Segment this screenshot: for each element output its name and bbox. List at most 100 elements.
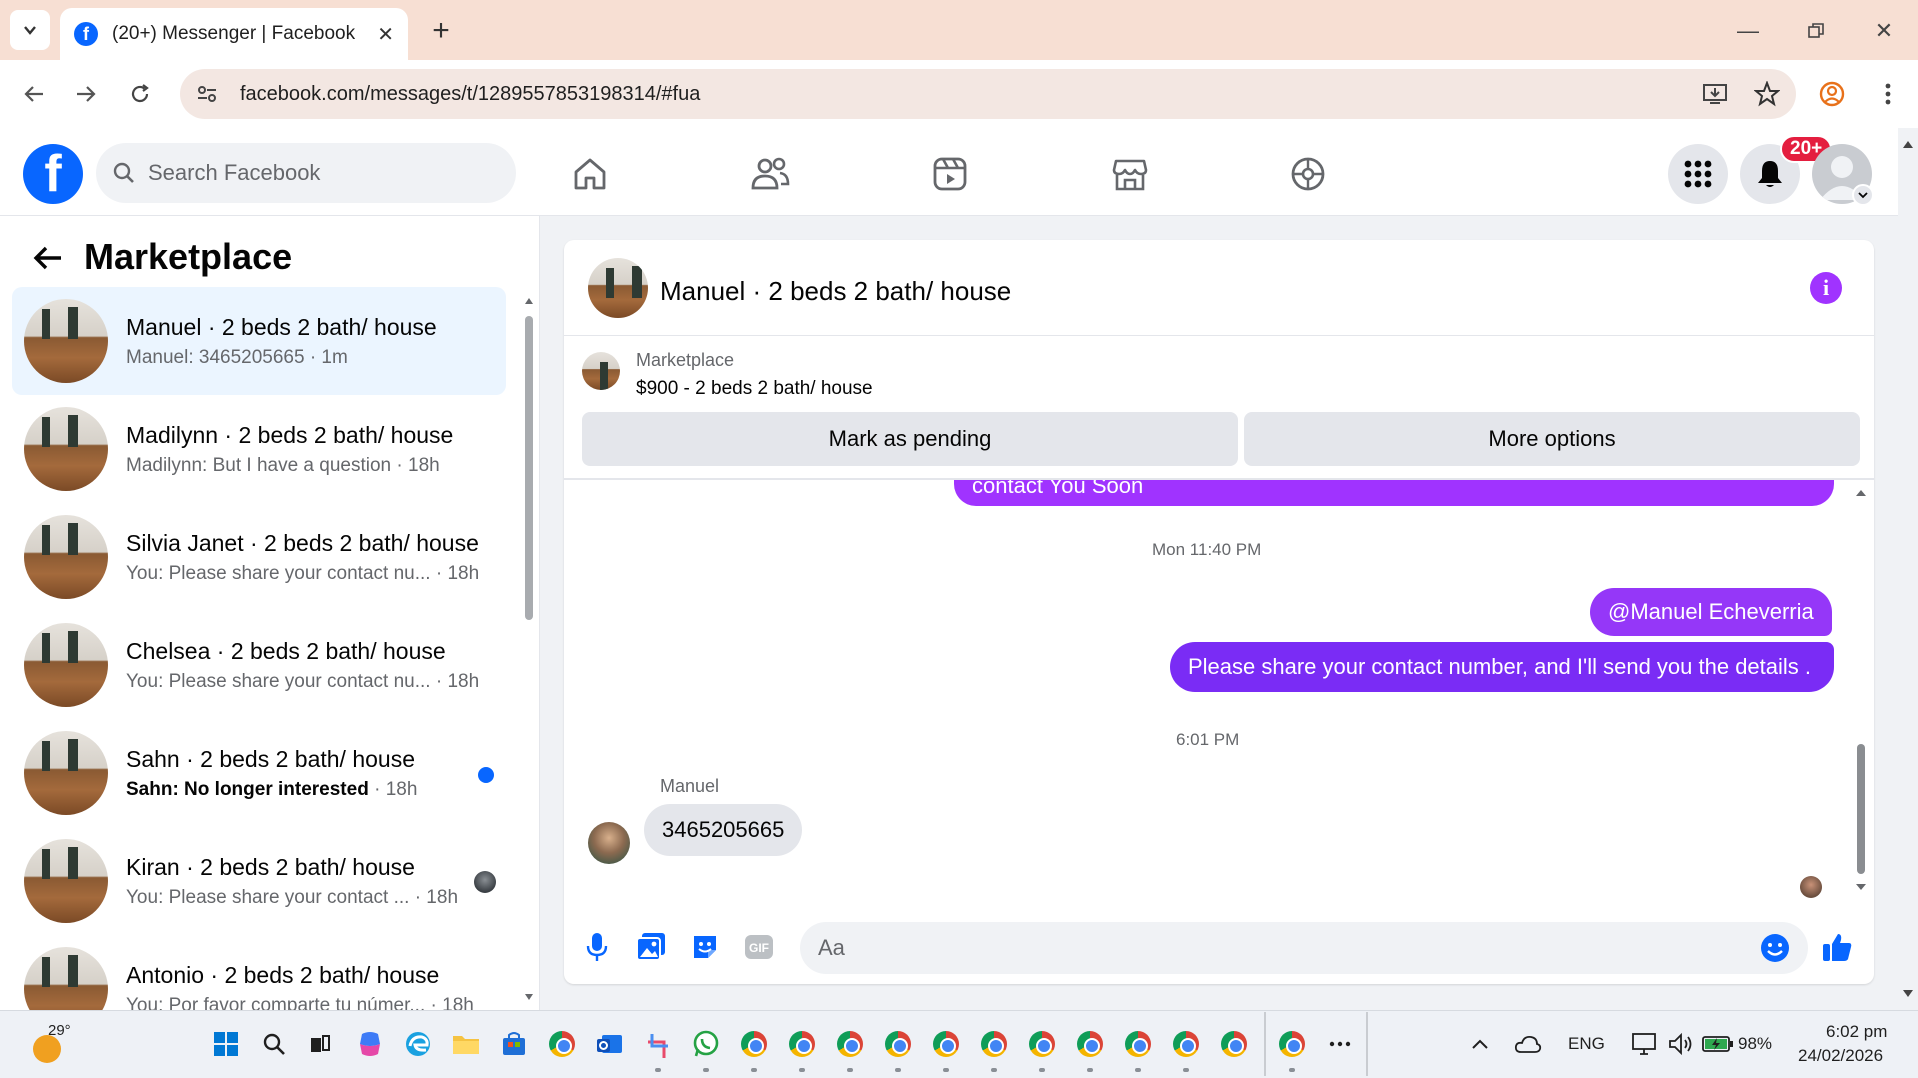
start-button[interactable] [208, 1026, 244, 1062]
menu-button[interactable] [1668, 144, 1728, 204]
chrome-taskbar-button[interactable] [1024, 1026, 1060, 1062]
message-text: 3465205665 [662, 817, 785, 842]
conversation-name: Silvia Janet · 2 beds 2 bath/ house [126, 529, 479, 556]
conversation-time: · 18h [374, 778, 418, 800]
minimize-button[interactable]: — [1728, 14, 1768, 48]
marketplace-nav-button[interactable] [1106, 150, 1154, 198]
account-chevron-icon[interactable] [1852, 184, 1874, 206]
outgoing-message[interactable]: Please share your contact number, and I'… [1170, 642, 1834, 692]
conversation-item[interactable]: Kiran · 2 beds 2 bath/ house You: Please… [12, 827, 506, 935]
search-placeholder[interactable]: Search Facebook [148, 160, 320, 186]
chrome-taskbar-button[interactable] [1168, 1026, 1204, 1062]
profile-button[interactable] [1814, 76, 1850, 112]
home-nav-button[interactable] [566, 150, 614, 198]
conversation-item[interactable]: Silvia Janet · 2 beds 2 bath/ house You:… [12, 503, 506, 611]
close-window-button[interactable]: ✕ [1864, 14, 1904, 48]
conversation-item[interactable]: Sahn · 2 beds 2 bath/ house Sahn: No lon… [12, 719, 506, 827]
tab-search-button[interactable] [10, 10, 50, 50]
sticker-button[interactable] [688, 930, 722, 964]
browser-tab[interactable]: f (20+) Messenger | Facebook ✕ [60, 8, 408, 60]
chrome-taskbar-button[interactable] [1216, 1026, 1252, 1062]
attach-media-button[interactable] [634, 930, 668, 964]
emoji-icon[interactable] [1760, 933, 1790, 963]
taskbar-divider [1264, 1012, 1266, 1076]
network-button[interactable] [1626, 1026, 1662, 1062]
battery-button[interactable] [1700, 1026, 1736, 1062]
chrome-icon [1221, 1031, 1247, 1057]
task-view-button[interactable] [302, 1026, 338, 1062]
new-tab-button[interactable]: + [424, 14, 458, 48]
listing-price[interactable]: $900 - 2 beds 2 bath/ house [636, 378, 873, 400]
conversation-item[interactable]: Madilynn · 2 beds 2 bath/ house Madilynn… [12, 395, 506, 503]
facebook-logo-icon[interactable]: f [23, 144, 83, 204]
incoming-message[interactable]: 3465205665 [644, 804, 803, 856]
reload-button[interactable] [122, 76, 158, 112]
chat-avatar[interactable] [588, 258, 648, 318]
chat-title[interactable]: Manuel · 2 beds 2 bath/ house [660, 276, 1011, 307]
site-settings-icon[interactable] [196, 83, 218, 105]
gaming-nav-button[interactable] [1284, 150, 1332, 198]
chrome-taskbar-button[interactable] [784, 1026, 820, 1062]
back-button[interactable] [16, 76, 52, 112]
forward-button[interactable] [68, 76, 104, 112]
outgoing-message[interactable]: contact You Soon [954, 480, 1834, 506]
bookmark-star-icon[interactable] [1754, 81, 1780, 107]
back-to-chats-button[interactable] [30, 240, 66, 276]
weather-widget[interactable]: 29° [30, 1022, 90, 1066]
clock-date[interactable]: 24/02/2026 [1798, 1046, 1883, 1066]
copilot-button[interactable] [352, 1026, 388, 1062]
chrome-taskbar-button[interactable] [544, 1026, 580, 1062]
facebook-search[interactable]: Search Facebook [96, 143, 516, 203]
chat-scrollbar[interactable] [1854, 480, 1868, 910]
chrome-taskbar-button[interactable] [1072, 1026, 1108, 1062]
snipping-tool-button[interactable] [640, 1026, 676, 1062]
outgoing-mention-message[interactable]: @Manuel Echeverria [1590, 588, 1832, 636]
friends-nav-button[interactable] [746, 150, 794, 198]
search-icon [263, 1033, 285, 1055]
chrome-taskbar-button[interactable] [1274, 1026, 1310, 1062]
chrome-taskbar-button[interactable] [1120, 1026, 1156, 1062]
show-hidden-icons-button[interactable] [1462, 1026, 1498, 1062]
browser-menu-button[interactable] [1870, 76, 1906, 112]
taskbar-search-button[interactable] [256, 1026, 292, 1062]
microphone-icon [586, 933, 608, 961]
page-scrollbar[interactable] [1898, 128, 1918, 1010]
more-options-button[interactable]: More options [1244, 412, 1860, 466]
chrome-taskbar-button[interactable] [736, 1026, 772, 1062]
sender-avatar[interactable] [588, 822, 630, 864]
file-explorer-button[interactable] [448, 1026, 484, 1062]
voice-clip-button[interactable] [580, 930, 614, 964]
conversation-scrollbar[interactable] [522, 288, 536, 1010]
restore-button[interactable] [1796, 14, 1836, 48]
video-nav-button[interactable] [926, 150, 974, 198]
mark-as-pending-button[interactable]: Mark as pending [582, 412, 1238, 466]
chrome-taskbar-button[interactable] [832, 1026, 868, 1062]
close-tab-icon[interactable]: ✕ [377, 22, 394, 47]
conversation-item[interactable]: Manuel · 2 beds 2 bath/ house Manuel: 34… [12, 287, 506, 395]
onedrive-button[interactable] [1510, 1026, 1546, 1062]
info-icon[interactable]: i [1810, 272, 1842, 304]
store-button[interactable] [496, 1026, 532, 1062]
message-input[interactable]: Aa [800, 922, 1808, 974]
input-language[interactable]: ENG [1568, 1034, 1605, 1054]
conversation-name: Madilynn · 2 beds 2 bath/ house [126, 421, 454, 448]
whatsapp-button[interactable] [688, 1026, 724, 1062]
chrome-taskbar-button[interactable] [928, 1026, 964, 1062]
listing-thumbnail [24, 515, 108, 599]
more-apps-button[interactable] [1322, 1026, 1358, 1062]
mail-icon [597, 1035, 622, 1053]
chrome-taskbar-button[interactable] [976, 1026, 1012, 1062]
install-app-icon[interactable] [1702, 81, 1728, 107]
volume-button[interactable] [1662, 1026, 1698, 1062]
address-bar[interactable]: facebook.com/messages/t/1289557853198314… [180, 69, 1796, 119]
conversation-item[interactable]: Chelsea · 2 beds 2 bath/ house You: Plea… [12, 611, 506, 719]
like-button[interactable] [1820, 930, 1854, 964]
chrome-taskbar-button[interactable] [880, 1026, 916, 1062]
gif-button[interactable]: GIF [742, 930, 776, 964]
listing-avatar[interactable] [582, 352, 620, 390]
url-text[interactable]: facebook.com/messages/t/1289557853198314… [240, 83, 1702, 106]
edge-button[interactable] [400, 1026, 436, 1062]
conversation-item[interactable]: Antonio · 2 beds 2 bath/ house You: Por … [12, 935, 506, 1010]
clock-time[interactable]: 6:02 pm [1826, 1022, 1887, 1042]
outlook-button[interactable] [592, 1026, 628, 1062]
